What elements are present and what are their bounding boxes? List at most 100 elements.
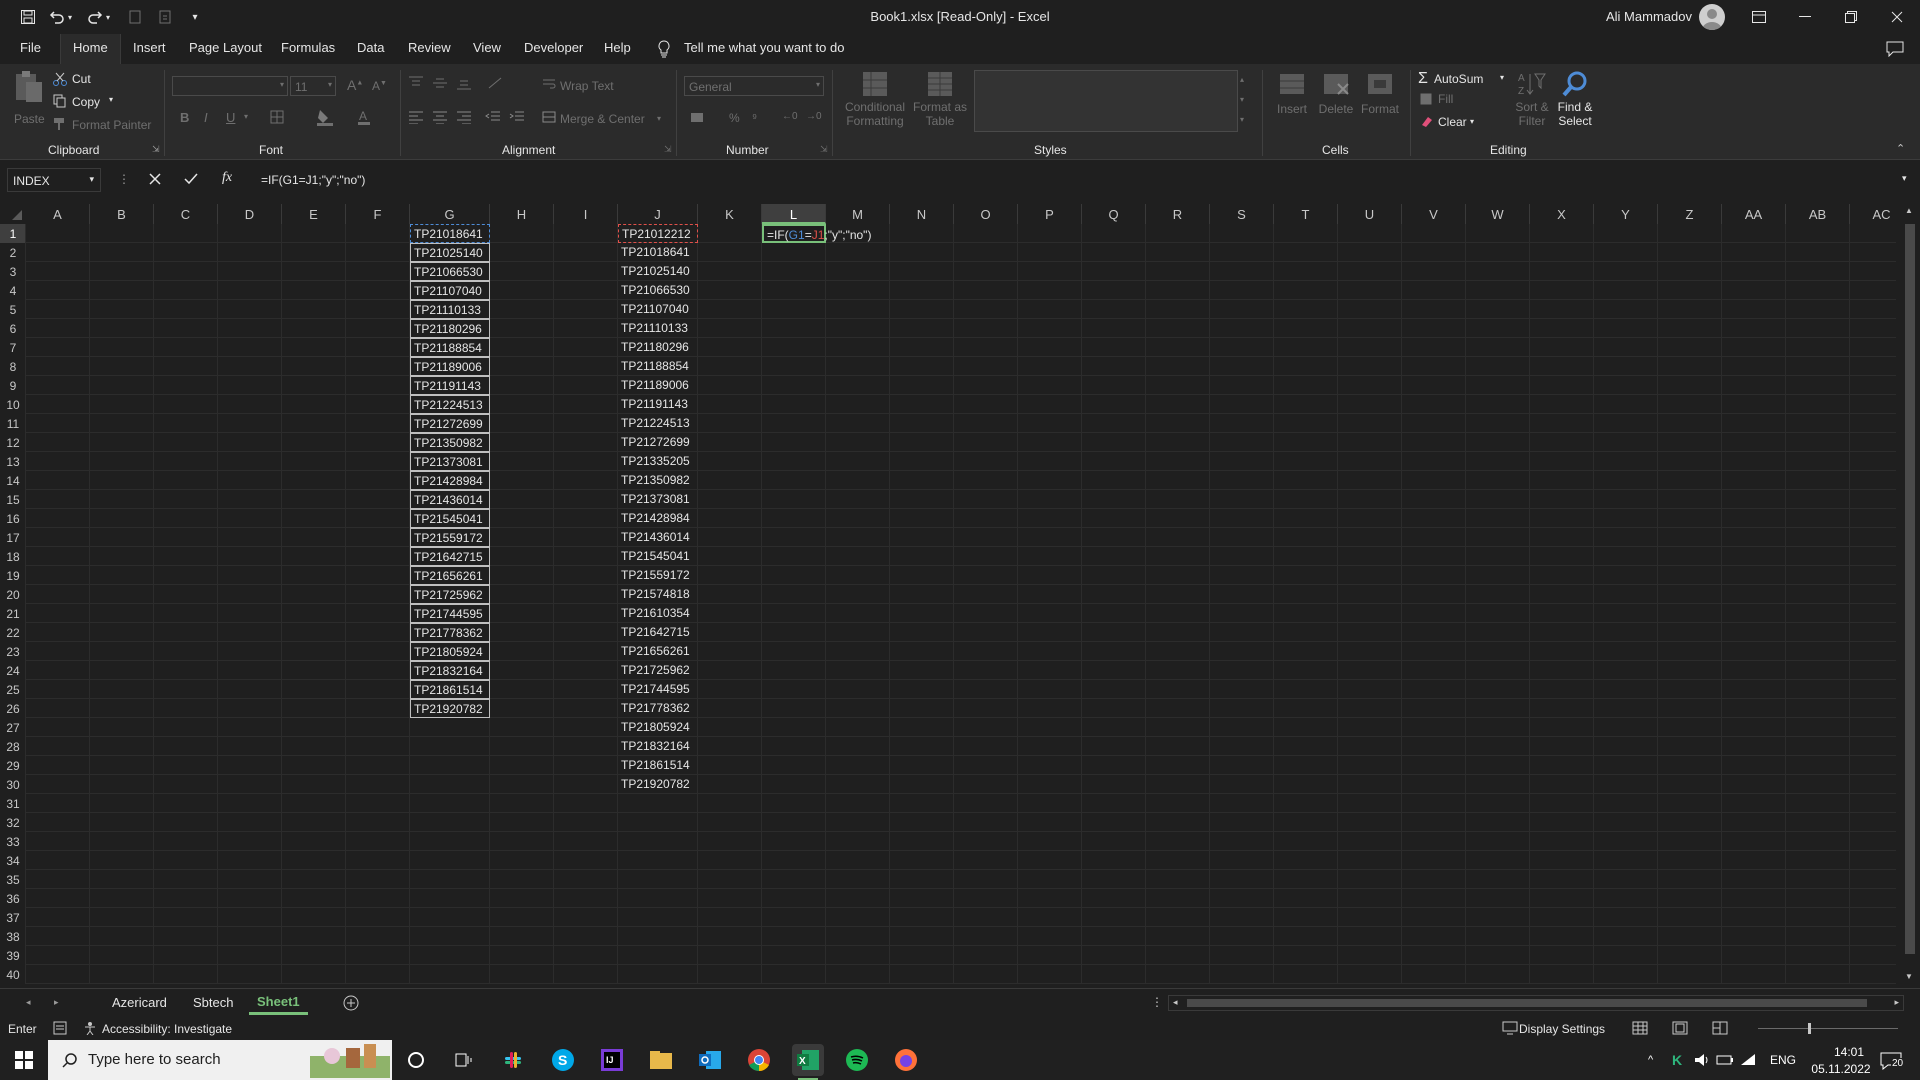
row-header[interactable]: 33 (0, 832, 26, 851)
cell-g[interactable]: TP21066530 (410, 262, 490, 281)
row-header[interactable]: 3 (0, 262, 26, 281)
accessibility-icon[interactable] (84, 1021, 100, 1035)
cell-g[interactable]: TP21861514 (410, 680, 490, 699)
cell-j[interactable]: TP21805924 (618, 718, 698, 737)
collapse-ribbon-icon[interactable]: ⌃ (1896, 142, 1905, 155)
format-as-table-button[interactable]: Format as Table (910, 70, 970, 140)
delete-cells-button[interactable]: Delete (1314, 70, 1358, 140)
increase-decimal-icon[interactable]: ←0 (782, 111, 798, 122)
column-header[interactable]: I (554, 204, 618, 224)
name-box[interactable]: INDEX ▾ (7, 168, 101, 192)
scroll-sheets-left-icon[interactable]: ◂ (26, 997, 31, 1008)
cell-g[interactable]: TP21744595 (410, 604, 490, 623)
tab-page-layout[interactable]: Page Layout (189, 40, 262, 55)
comma-style-icon[interactable]: ⁹ (752, 111, 757, 125)
row-header[interactable]: 5 (0, 300, 26, 319)
close-icon[interactable] (1874, 0, 1920, 34)
cell-j[interactable]: TP21107040 (618, 300, 698, 319)
row-header[interactable]: 29 (0, 756, 26, 775)
cell-g[interactable]: TP21832164 (410, 661, 490, 680)
row-header[interactable]: 6 (0, 319, 26, 338)
cell-j[interactable]: TP21778362 (618, 699, 698, 718)
column-header[interactable]: J (618, 204, 698, 224)
number-launcher-icon[interactable]: ⇲ (820, 144, 828, 155)
align-left-icon[interactable] (408, 110, 424, 124)
cell-j[interactable]: TP21656261 (618, 642, 698, 661)
cell-g[interactable]: TP21180296 (410, 319, 490, 338)
cell-g[interactable]: TP21191143 (410, 376, 490, 395)
cell-g[interactable]: TP21025140 (410, 243, 490, 262)
horizontal-scrollbar[interactable]: ◂ ▸ (1168, 995, 1904, 1011)
accounting-format-icon[interactable] (690, 110, 710, 124)
select-all-corner[interactable] (0, 204, 26, 224)
row-header[interactable]: 27 (0, 718, 26, 737)
column-header[interactable]: M (826, 204, 890, 224)
row-header[interactable]: 11 (0, 414, 26, 433)
clipboard-launcher-icon[interactable]: ⇲ (152, 144, 160, 155)
row-header[interactable]: 15 (0, 490, 26, 509)
cell-j[interactable]: TP21335205 (618, 452, 698, 471)
cell-j[interactable]: TP21832164 (618, 737, 698, 756)
restore-icon[interactable] (1828, 0, 1874, 34)
cell-g[interactable]: TP21559172 (410, 528, 490, 547)
find-select-button[interactable]: Find & Select (1552, 70, 1598, 140)
number-format-select[interactable]: General ▾ (684, 76, 824, 96)
row-header[interactable]: 8 (0, 357, 26, 376)
column-header[interactable]: P (1018, 204, 1082, 224)
cell-j[interactable]: TP21428984 (618, 509, 698, 528)
sort-filter-button[interactable]: AZ Sort & Filter (1510, 70, 1554, 140)
cancel-formula-icon[interactable] (149, 173, 161, 185)
display-settings-icon[interactable] (1502, 1021, 1518, 1035)
row-header[interactable]: 36 (0, 889, 26, 908)
conditional-formatting-button[interactable]: Conditional Formatting (840, 70, 910, 140)
spotify-icon[interactable] (841, 1044, 873, 1076)
cell-j[interactable]: TP21224513 (618, 414, 698, 433)
paste-button[interactable]: Paste (12, 70, 46, 140)
tab-review[interactable]: Review (408, 40, 451, 55)
cell-styles-gallery[interactable] (974, 70, 1238, 132)
taskbar-search-box[interactable]: Type here to search (48, 1040, 392, 1080)
file-explorer-icon[interactable] (645, 1044, 677, 1076)
row-header[interactable]: 37 (0, 908, 26, 927)
cell-g[interactable]: TP21272699 (410, 414, 490, 433)
cell-j[interactable]: TP21861514 (618, 756, 698, 775)
alignment-launcher-icon[interactable]: ⇲ (664, 144, 672, 155)
page-break-view-icon[interactable] (1712, 1021, 1728, 1035)
cell-g[interactable]: TP21920782 (410, 699, 490, 718)
cell-j[interactable]: TP21559172 (618, 566, 698, 585)
column-header[interactable]: S (1210, 204, 1274, 224)
active-cell-l1[interactable]: =IF(G1=J1;"y";"no") (762, 224, 871, 243)
row-header[interactable]: 40 (0, 965, 26, 984)
cell-j[interactable]: TP21373081 (618, 490, 698, 509)
column-header[interactable]: AB (1786, 204, 1850, 224)
row-header[interactable]: 7 (0, 338, 26, 357)
avatar[interactable] (1699, 4, 1725, 30)
macro-record-icon[interactable] (53, 1021, 67, 1035)
skype-icon[interactable]: S (547, 1044, 579, 1076)
column-header[interactable]: R (1146, 204, 1210, 224)
cell-g[interactable]: TP21188854 (410, 338, 490, 357)
task-view-icon[interactable] (447, 1044, 479, 1076)
sheet-tab-azericard[interactable]: Azericard (112, 995, 167, 1010)
row-header[interactable]: 10 (0, 395, 26, 414)
cell-j[interactable]: TP21066530 (618, 281, 698, 300)
row-header[interactable]: 2 (0, 243, 26, 262)
row-header[interactable]: 13 (0, 452, 26, 471)
more-options-icon[interactable]: ⋮ (118, 172, 130, 186)
tab-formulas[interactable]: Formulas (281, 40, 335, 55)
vertical-scrollbar[interactable]: ▲ ▼ (1900, 200, 1920, 988)
column-header[interactable]: Z (1658, 204, 1722, 224)
windows-start-icon[interactable] (8, 1044, 40, 1076)
cell-j[interactable]: TP21610354 (618, 604, 698, 623)
row-header[interactable]: 30 (0, 775, 26, 794)
column-header[interactable]: D (218, 204, 282, 224)
column-header[interactable]: A (26, 204, 90, 224)
cell-j[interactable]: TP21725962 (618, 661, 698, 680)
cell-j[interactable]: TP21110133 (618, 319, 698, 338)
chrome-icon[interactable] (743, 1044, 775, 1076)
cell-g[interactable]: TP21436014 (410, 490, 490, 509)
decrease-font-icon[interactable]: A▼ (372, 79, 387, 93)
row-header[interactable]: 39 (0, 946, 26, 965)
enter-formula-icon[interactable] (184, 173, 198, 185)
column-header[interactable]: H (490, 204, 554, 224)
